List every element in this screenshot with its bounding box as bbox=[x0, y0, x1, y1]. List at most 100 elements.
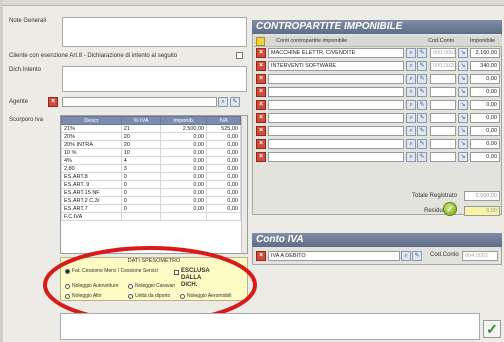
note-field[interactable] bbox=[62, 17, 247, 47]
conto-field[interactable]: MACCHINE ELETTR. C/VENDITE bbox=[268, 48, 404, 58]
cod-conto-field[interactable] bbox=[430, 139, 456, 149]
conto-field[interactable] bbox=[268, 126, 404, 136]
col-cod-label: Cod.Conto bbox=[428, 38, 455, 44]
cod-arrow-icon[interactable]: ↘ bbox=[458, 113, 468, 123]
cod-arrow-icon[interactable]: ↘ bbox=[458, 152, 468, 162]
cod-conto-field[interactable]: 000.0001 bbox=[430, 48, 456, 58]
conto-field[interactable] bbox=[268, 113, 404, 123]
confirm-check-button[interactable]: ✓ bbox=[483, 320, 501, 338]
imponibile-field[interactable]: 0,00 bbox=[470, 126, 500, 136]
imponibile-field[interactable]: 340,00 bbox=[470, 61, 500, 71]
conto-iva-field[interactable]: IVA A DEBITO bbox=[268, 251, 400, 261]
iva-table-row[interactable]: 10 % 10 0,00 0,00 bbox=[61, 148, 241, 157]
iva-col-imponib[interactable]: Imponib. bbox=[160, 116, 208, 125]
iva-table-row[interactable]: ES.ART.7 0 0,00 0,00 bbox=[61, 204, 241, 213]
imponibile-field[interactable]: 0,00 bbox=[470, 139, 500, 149]
iva-table-row[interactable]: F.C.IVA bbox=[61, 212, 241, 221]
conto-search-icon[interactable]: ⌕ bbox=[406, 152, 416, 162]
conto-edit-icon[interactable]: ✎ bbox=[417, 74, 427, 84]
conto-search-icon[interactable]: ⌕ bbox=[406, 139, 416, 149]
agente-edit-icon[interactable]: ✎ bbox=[230, 97, 240, 107]
agente-clear-icon[interactable]: × bbox=[48, 97, 58, 107]
imponibile-field[interactable]: 0,00 bbox=[470, 152, 500, 162]
cod-arrow-icon[interactable]: ↘ bbox=[458, 100, 468, 110]
cod-arrow-icon[interactable]: ↘ bbox=[458, 61, 468, 71]
conto-field[interactable] bbox=[268, 87, 404, 97]
conto-edit-icon[interactable]: ✎ bbox=[417, 126, 427, 136]
conto-edit-icon[interactable]: ✎ bbox=[417, 61, 427, 71]
iva-table-row[interactable]: 20% 20 0,00 0,00 bbox=[61, 132, 241, 141]
conto-search-icon[interactable]: ⌕ bbox=[406, 113, 416, 123]
row-delete-icon[interactable]: × bbox=[256, 152, 266, 162]
conto-search-icon[interactable]: ⌕ bbox=[406, 74, 416, 84]
cod-arrow-icon[interactable]: ↘ bbox=[458, 126, 468, 136]
contropartite-add-icon[interactable] bbox=[256, 37, 265, 46]
row-delete-icon[interactable]: × bbox=[256, 100, 266, 110]
iva-table-row[interactable]: ES.ART.15 NF 0 0,00 0,00 bbox=[61, 188, 241, 197]
iva-table-row[interactable]: 4% 4 0,00 0,00 bbox=[61, 156, 241, 165]
conto-iva-clear-icon[interactable]: × bbox=[256, 251, 266, 261]
conto-iva-edit-icon[interactable]: ✎ bbox=[412, 251, 422, 261]
conto-edit-icon[interactable]: ✎ bbox=[417, 152, 427, 162]
conto-edit-icon[interactable]: ✎ bbox=[417, 139, 427, 149]
iva-cell: 0,00 bbox=[206, 172, 241, 181]
row-delete-icon[interactable]: × bbox=[256, 126, 266, 136]
conto-search-icon[interactable]: ⌕ bbox=[406, 100, 416, 110]
iva-table-row[interactable]: 2,80 3 0,00 0,00 bbox=[61, 164, 241, 173]
cod-conto-field[interactable] bbox=[430, 100, 456, 110]
conto-field[interactable]: INTERVENTI SOFTWARE bbox=[268, 61, 404, 71]
iva-table-row[interactable]: ES.ART. 9 0 0,00 0,00 bbox=[61, 180, 241, 189]
iva-table-scrollbar[interactable] bbox=[241, 116, 247, 253]
cod-conto-field[interactable] bbox=[430, 74, 456, 84]
cod-arrow-icon[interactable]: ↘ bbox=[458, 87, 468, 97]
conto-edit-icon[interactable]: ✎ bbox=[417, 87, 427, 97]
iva-cell: 0,00 bbox=[160, 188, 208, 197]
conto-field[interactable] bbox=[268, 139, 404, 149]
row-delete-icon[interactable]: × bbox=[256, 87, 266, 97]
imponibile-field[interactable]: 0,00 bbox=[470, 100, 500, 110]
cod-conto-field[interactable]: 000.0020 bbox=[430, 61, 456, 71]
conto-search-icon[interactable]: ⌕ bbox=[406, 48, 416, 58]
cod-arrow-icon[interactable]: ↘ bbox=[458, 48, 468, 58]
conto-edit-icon[interactable]: ✎ bbox=[417, 48, 427, 58]
bottom-notes-field[interactable] bbox=[60, 313, 480, 340]
row-delete-icon[interactable]: × bbox=[256, 113, 266, 123]
imponibile-field[interactable]: 2.160,00 bbox=[470, 48, 500, 58]
iva-table-row[interactable]: ES.ART.8 0 0,00 0,00 bbox=[61, 172, 241, 181]
cod-conto-field[interactable] bbox=[430, 126, 456, 136]
row-delete-icon[interactable]: × bbox=[256, 139, 266, 149]
conto-iva-search-icon[interactable]: ⌕ bbox=[401, 251, 411, 261]
cliente-esenzione-checkbox[interactable] bbox=[236, 52, 243, 59]
conto-search-icon[interactable]: ⌕ bbox=[406, 87, 416, 97]
imponibile-field[interactable]: 0,00 bbox=[470, 74, 500, 84]
conto-search-icon[interactable]: ⌕ bbox=[406, 126, 416, 136]
agente-field[interactable] bbox=[62, 97, 217, 107]
dich-intento-field[interactable] bbox=[62, 66, 247, 92]
contropartite-rows: × MACCHINE ELETTR. C/VENDITE ⌕ ✎ 000.0001 ↘ 2.… bbox=[254, 48, 502, 180]
conto-field[interactable] bbox=[268, 152, 404, 162]
row-delete-icon[interactable]: × bbox=[256, 48, 266, 58]
cod-conto-field[interactable] bbox=[430, 87, 456, 97]
iva-col-perc[interactable]: % IVA bbox=[120, 116, 162, 125]
imponibile-field[interactable]: 0,00 bbox=[470, 87, 500, 97]
iva-table-row[interactable]: ES.ART.2 C.3/0 0,00 0,00 bbox=[61, 196, 241, 205]
iva-col-iva[interactable]: IVA bbox=[206, 116, 241, 125]
conto-edit-icon[interactable]: ✎ bbox=[417, 100, 427, 110]
iva-col-descr[interactable]: Descr bbox=[61, 116, 122, 125]
conto-field[interactable] bbox=[268, 100, 404, 110]
iva-cell bbox=[206, 212, 241, 221]
conto-field[interactable] bbox=[268, 74, 404, 84]
row-delete-icon[interactable]: × bbox=[256, 74, 266, 84]
conto-search-icon[interactable]: ⌕ bbox=[406, 61, 416, 71]
row-delete-icon[interactable]: × bbox=[256, 61, 266, 71]
iva-table-row[interactable]: 20% INTRA 20 0,00 0,00 bbox=[61, 140, 241, 149]
iva-table-row[interactable]: 21% 21 2.500,00 525,00 bbox=[61, 124, 241, 133]
cod-arrow-icon[interactable]: ↘ bbox=[458, 139, 468, 149]
cod-conto-field[interactable] bbox=[430, 152, 456, 162]
conto-edit-icon[interactable]: ✎ bbox=[417, 113, 427, 123]
agente-search-icon[interactable]: ⌕ bbox=[218, 97, 228, 107]
imponibile-field[interactable]: 0,00 bbox=[470, 113, 500, 123]
cod-arrow-icon[interactable]: ↘ bbox=[458, 74, 468, 84]
cod-conto-field[interactable] bbox=[430, 113, 456, 123]
conto-iva-cod-field[interactable]: 004.0002 bbox=[462, 251, 498, 261]
